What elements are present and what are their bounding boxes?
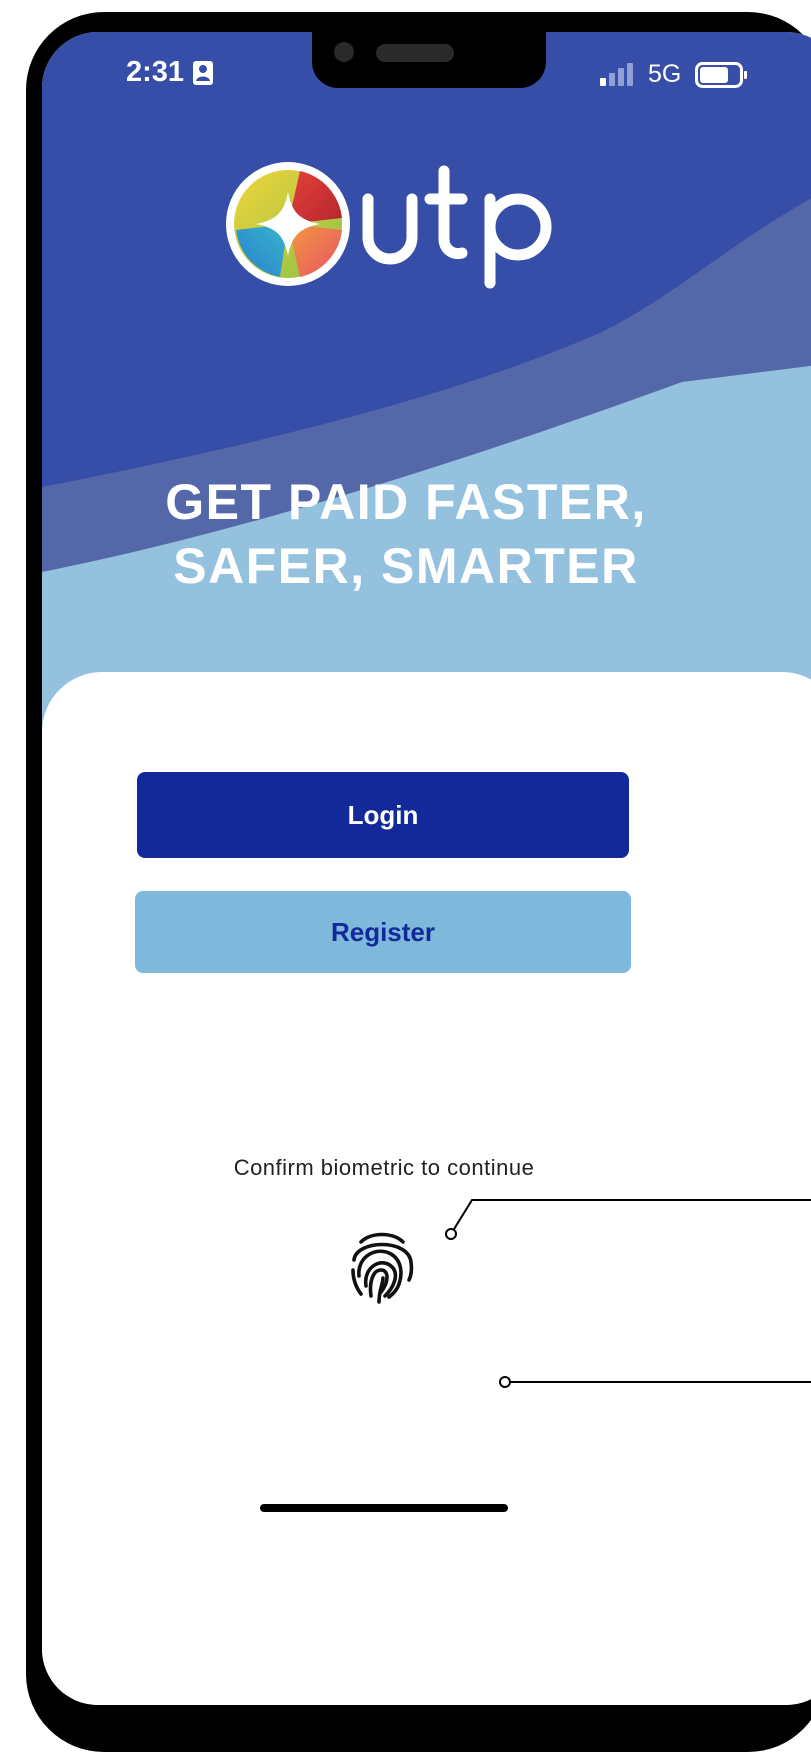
annotation-callouts (445, 1199, 811, 1388)
